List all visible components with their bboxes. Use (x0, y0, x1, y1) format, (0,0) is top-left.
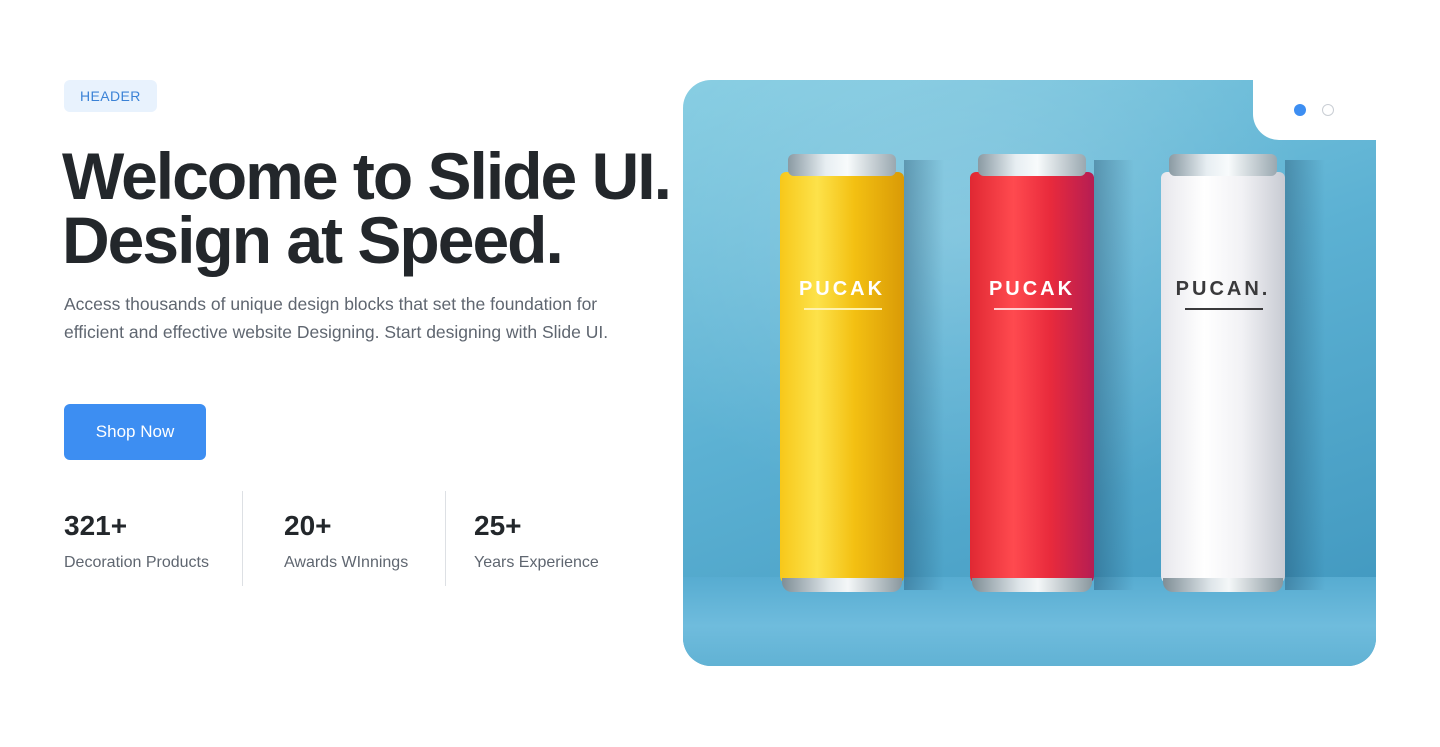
hero-section: HEADER Welcome to Slide UI. Design at Sp… (0, 0, 1440, 747)
can-lid (788, 154, 896, 176)
can-base (1163, 578, 1283, 592)
can-label-rule (1185, 308, 1263, 310)
can-yellow: PUCAK (780, 154, 904, 592)
can-brand-label: PUCAK (988, 278, 1076, 300)
can-label-rule (994, 308, 1072, 310)
stat-value: 20+ (284, 510, 332, 541)
can-base (782, 578, 902, 592)
stat-label: Decoration Products (64, 554, 209, 571)
can-shadow (904, 160, 944, 590)
can-body (970, 172, 1094, 584)
hero-image: PUCAK PUCAK PUCAN. (683, 80, 1376, 666)
stat-label: Awards WInnings (284, 554, 409, 571)
can-label-rule (804, 308, 882, 310)
slider-dot[interactable] (1322, 104, 1334, 116)
can-white: PUCAN. (1161, 154, 1285, 592)
can-red: PUCAK (970, 154, 1094, 592)
shop-now-button[interactable]: Shop Now (64, 404, 206, 460)
stat-years-experience: 25+ Years Experience (446, 491, 646, 586)
can-brand-label: PUCAN. (1175, 278, 1271, 300)
slider-pagination (1294, 104, 1334, 116)
can-body (780, 172, 904, 584)
stat-value: 25+ (474, 510, 522, 541)
stat-value: 321+ (64, 510, 128, 541)
can-lid (978, 154, 1086, 176)
slider-dot-active[interactable] (1294, 104, 1306, 116)
stat-decoration-products: 321+ Decoration Products (64, 491, 242, 586)
can-shadow (1285, 160, 1325, 590)
hero-description: Access thousands of unique design blocks… (64, 294, 609, 342)
can-brand-label: PUCAK (798, 278, 886, 300)
page-title: Welcome to Slide UI. Design at Speed. (62, 139, 672, 277)
can-shadow (1094, 160, 1134, 590)
stats-row: 321+ Decoration Products 20+ Awards WInn… (64, 491, 646, 586)
stat-label: Years Experience (474, 554, 599, 571)
can-lid (1169, 154, 1277, 176)
can-base (972, 578, 1092, 592)
stat-awards-winnings: 20+ Awards WInnings (243, 491, 445, 586)
can-body (1161, 172, 1285, 584)
header-badge: HEADER (64, 80, 157, 112)
